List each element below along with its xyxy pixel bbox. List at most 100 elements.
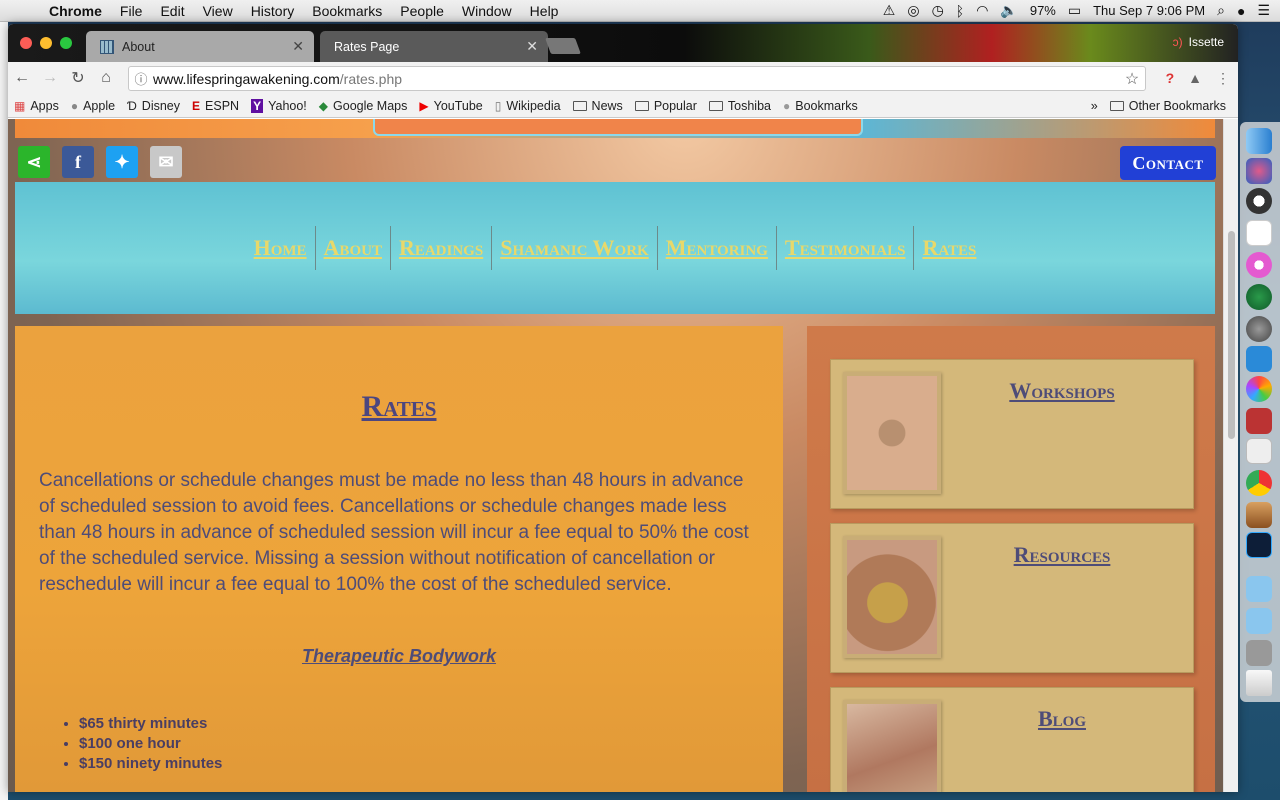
bookmark-apple[interactable]: ● Apple xyxy=(65,99,121,113)
chrome-menu-icon[interactable]: ⋮ xyxy=(1216,70,1230,87)
nav-testimonials[interactable]: Testimonials xyxy=(777,226,915,270)
close-window-icon[interactable] xyxy=(20,37,32,49)
bookmark-folder-popular[interactable]: Popular xyxy=(629,99,703,113)
nav-readings[interactable]: Readings xyxy=(391,226,493,270)
siri-dock-icon[interactable] xyxy=(1246,158,1272,184)
preview-icon[interactable] xyxy=(1246,438,1272,464)
menu-app-name[interactable]: Chrome xyxy=(40,3,111,19)
bookmarks-overflow-button[interactable]: » xyxy=(1085,99,1104,113)
time-machine-dock-icon[interactable] xyxy=(1246,284,1272,310)
blog-thumbnail[interactable] xyxy=(843,700,941,792)
tab-close-icon[interactable]: ✕ xyxy=(526,38,538,55)
menu-view[interactable]: View xyxy=(194,3,242,19)
drive-icon[interactable]: ▲ xyxy=(1188,70,1202,87)
photoshop-icon[interactable] xyxy=(1246,532,1272,558)
word-app-icon[interactable] xyxy=(1246,346,1272,372)
time-machine-icon[interactable]: ◷ xyxy=(932,2,944,19)
menu-history[interactable]: History xyxy=(242,3,304,19)
bookmark-youtube[interactable]: ▶ YouTube xyxy=(413,99,488,113)
bookmark-bookmarks[interactable]: ● Bookmarks xyxy=(777,99,864,113)
trash-icon[interactable] xyxy=(1246,670,1272,696)
wifi-icon[interactable]: ◠ xyxy=(976,2,988,19)
sidebar-card-title[interactable]: Workshops xyxy=(951,378,1173,404)
menubar-clock[interactable]: Thu Sep 7 9:06 PM xyxy=(1093,3,1205,18)
address-bar[interactable]: ⓘ www.lifespringawakening.com /rates.php… xyxy=(128,66,1146,91)
nav-home[interactable]: Home xyxy=(246,226,316,270)
chrome-dock-icon[interactable] xyxy=(1246,470,1272,496)
forward-arrow-icon[interactable]: → xyxy=(36,69,64,87)
nav-mentoring[interactable]: Mentoring xyxy=(658,226,777,270)
page-scrollbar[interactable] xyxy=(1223,119,1238,792)
bookmark-folder-news[interactable]: News xyxy=(567,99,629,113)
bluetooth-icon[interactable]: ᛒ xyxy=(956,3,964,19)
siri-icon[interactable]: ● xyxy=(1237,3,1245,19)
back-arrow-icon[interactable]: ← xyxy=(8,69,36,87)
extension-icon[interactable]: ? xyxy=(1166,70,1175,87)
nav-rates[interactable]: Rates xyxy=(914,226,984,270)
battery-icon[interactable]: ▭ xyxy=(1068,2,1081,19)
minimize-window-icon[interactable] xyxy=(40,37,52,49)
documents-folder-icon[interactable] xyxy=(1246,608,1272,634)
menu-window[interactable]: Window xyxy=(453,3,521,19)
finder-icon[interactable] xyxy=(1246,128,1272,154)
menu-people[interactable]: People xyxy=(391,3,453,19)
contact-button[interactable]: Contact xyxy=(1120,146,1216,180)
guitar-app-icon[interactable] xyxy=(1246,502,1272,528)
tab-about[interactable]: About ✕ xyxy=(86,31,314,62)
menu-help[interactable]: Help xyxy=(521,3,568,19)
menu-bookmarks[interactable]: Bookmarks xyxy=(303,3,391,19)
resources-thumbnail[interactable] xyxy=(843,536,941,658)
nav-about[interactable]: About xyxy=(316,226,391,270)
sidebar-card-workshops[interactable]: Workshops xyxy=(830,359,1194,509)
macos-dock xyxy=(1240,122,1280,702)
sidebar-card-resources[interactable]: Resources xyxy=(830,523,1194,673)
apple-icon: ● xyxy=(70,98,79,113)
menu-edit[interactable]: Edit xyxy=(151,3,193,19)
battery-percent[interactable]: 97% xyxy=(1030,3,1056,18)
bookmark-star-icon[interactable]: ☆ xyxy=(1119,69,1145,89)
sidebar-card-title[interactable]: Resources xyxy=(951,542,1173,568)
tab-rates-page[interactable]: Rates Page ✕ xyxy=(320,31,548,62)
warning-icon[interactable]: ⚠ xyxy=(883,2,896,19)
system-preferences-icon[interactable] xyxy=(1246,316,1272,342)
url-host: www.lifespringawakening.com xyxy=(153,70,340,87)
downloads-stack-icon[interactable] xyxy=(1246,640,1272,666)
twitter-icon[interactable]: ✦ xyxy=(106,146,138,178)
bookmark-wikipedia[interactable]: ▯ Wikipedia xyxy=(489,99,567,113)
tab-close-icon[interactable]: ✕ xyxy=(292,38,304,55)
facebook-icon[interactable]: f xyxy=(62,146,94,178)
creative-cloud-icon[interactable]: ◎ xyxy=(907,2,919,19)
calendar-icon[interactable] xyxy=(1246,220,1272,246)
bookmark-espn[interactable]: E ESPN xyxy=(186,99,245,113)
dictionary-icon[interactable] xyxy=(1246,408,1272,434)
folder-icon xyxy=(572,100,587,111)
maximize-window-icon[interactable] xyxy=(60,37,72,49)
itunes-icon[interactable] xyxy=(1246,252,1272,278)
bookmark-yahoo[interactable]: Y Yahoo! xyxy=(245,98,313,113)
share-icon[interactable]: ⋖ xyxy=(18,146,50,178)
new-tab-button[interactable] xyxy=(545,38,581,54)
home-icon[interactable]: ⌂ xyxy=(92,69,120,87)
profile-button[interactable]: ↄ) Issette xyxy=(1173,35,1224,49)
email-icon[interactable]: ✉ xyxy=(150,146,182,178)
page-favicon-icon xyxy=(100,39,114,54)
menu-file[interactable]: File xyxy=(111,3,152,19)
nav-shamanic-work[interactable]: Shamanic Work xyxy=(492,226,658,270)
bookmark-apps[interactable]: ▦ Apps xyxy=(8,99,65,113)
scrollbar-thumb[interactable] xyxy=(1228,231,1235,439)
workshops-thumbnail[interactable] xyxy=(843,372,941,494)
photos-icon[interactable] xyxy=(1246,376,1272,402)
reload-icon[interactable]: ↻ xyxy=(64,68,92,88)
sidebar-card-blog[interactable]: Blog xyxy=(830,687,1194,792)
site-info-icon[interactable]: ⓘ xyxy=(129,69,153,88)
launchpad-icon[interactable] xyxy=(1246,188,1272,214)
sidebar-card-title[interactable]: Blog xyxy=(951,706,1173,732)
bookmark-google-maps[interactable]: ◆ Google Maps xyxy=(313,99,414,113)
notification-center-icon[interactable]: ☰ xyxy=(1257,2,1270,19)
bookmark-folder-other[interactable]: Other Bookmarks xyxy=(1104,99,1232,113)
bookmark-folder-toshiba[interactable]: Toshiba xyxy=(703,99,777,113)
applications-folder-icon[interactable] xyxy=(1246,576,1272,602)
volume-icon[interactable]: 🔈 xyxy=(1000,2,1017,19)
spotlight-search-icon[interactable]: ⌕ xyxy=(1217,2,1225,19)
bookmark-disney[interactable]: Ɗ Disney xyxy=(121,99,186,113)
